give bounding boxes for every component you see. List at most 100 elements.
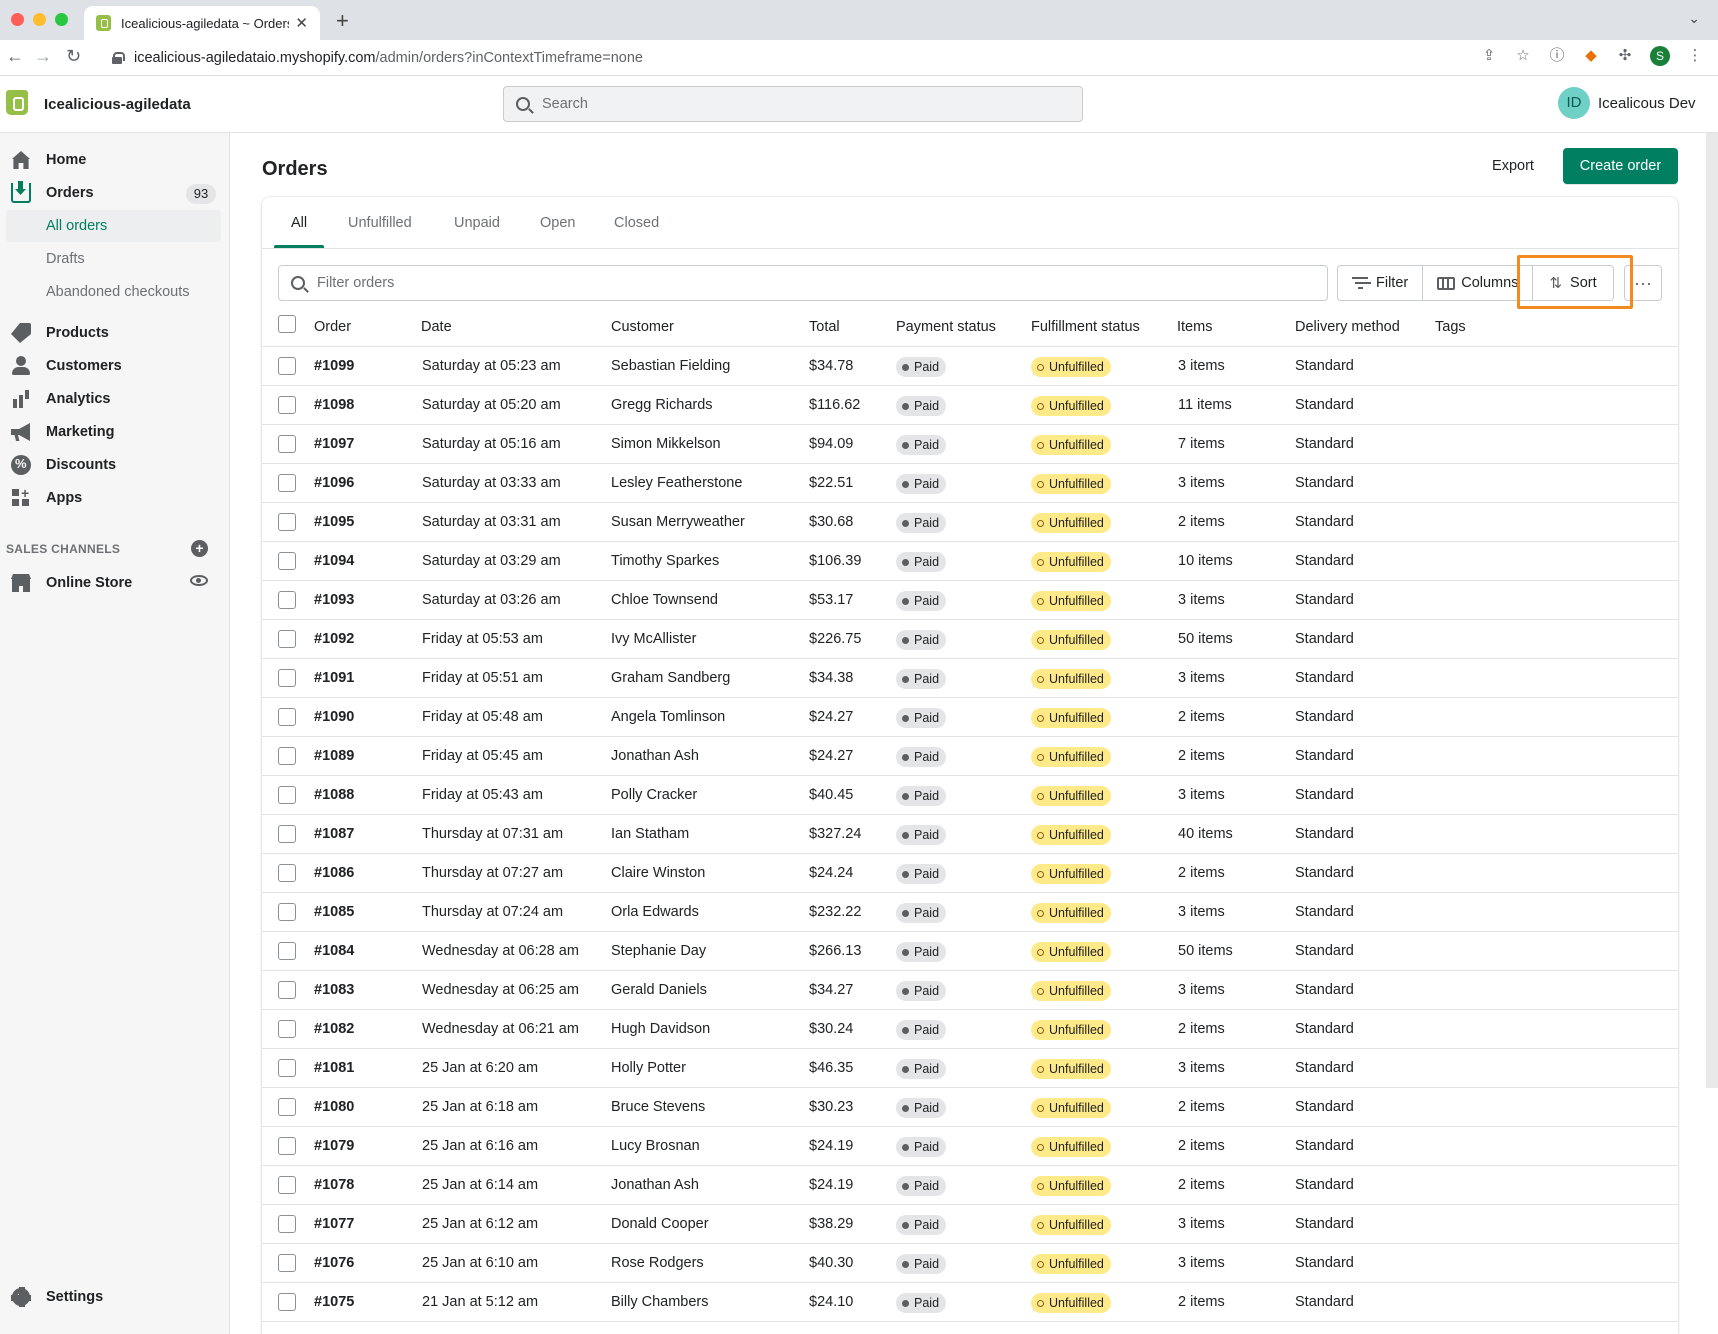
table-row[interactable]: #1083 Wednesday at 06:25 am Gerald Daniels… — [262, 971, 1678, 1010]
select-all-checkbox[interactable] — [278, 315, 296, 333]
sidebar-item-products[interactable]: Products — [0, 317, 230, 349]
window-minimize-button[interactable] — [33, 13, 46, 26]
row-checkbox[interactable] — [278, 1020, 296, 1038]
table-row[interactable]: #1086 Thursday at 07:27 am Claire Winston $… — [262, 854, 1678, 893]
sidebar-item-abandoned-checkouts[interactable]: Abandoned checkouts — [6, 276, 221, 308]
create-order-button[interactable]: Create order — [1563, 148, 1678, 184]
order-number[interactable]: #1076 — [314, 1255, 354, 1271]
shopify-logo-icon[interactable] — [6, 90, 28, 115]
browser-menu-icon[interactable]: ⋮ — [1686, 47, 1704, 65]
row-checkbox[interactable] — [278, 747, 296, 765]
row-checkbox[interactable] — [278, 474, 296, 492]
store-name[interactable]: Icealicious-agiledata — [44, 96, 191, 113]
window-zoom-button[interactable] — [55, 13, 68, 26]
tab-unfulfilled[interactable]: Unfulfilled — [348, 215, 412, 231]
order-number[interactable]: #1088 — [314, 787, 354, 803]
sidebar-item-customers[interactable]: Customers — [0, 350, 230, 382]
column-header-order[interactable]: Order — [314, 319, 351, 335]
tab-close-icon[interactable]: ✕ — [295, 14, 308, 32]
table-row[interactable]: #1099 Saturday at 05:23 am Sebastian Field… — [262, 347, 1678, 386]
url-field[interactable]: icealicious-agiledataio.myshopify.com/ad… — [96, 44, 1686, 72]
row-checkbox[interactable] — [278, 942, 296, 960]
user-name[interactable]: Icealicous Dev — [1598, 95, 1696, 112]
sidebar-item-apps[interactable]: Apps — [0, 482, 230, 514]
order-number[interactable]: #1081 — [314, 1060, 354, 1076]
global-search-input[interactable]: Search — [503, 86, 1083, 122]
column-header-delivery-method[interactable]: Delivery method — [1295, 319, 1400, 335]
column-header-total[interactable]: Total — [809, 319, 840, 335]
order-number[interactable]: #1075 — [314, 1294, 354, 1310]
order-number[interactable]: #1079 — [314, 1138, 354, 1154]
order-number[interactable]: #1099 — [314, 358, 354, 374]
tab-open[interactable]: Open — [540, 215, 575, 231]
sidebar-item-home[interactable]: Home — [0, 144, 230, 176]
order-number[interactable]: #1091 — [314, 670, 354, 686]
sidebar-item-discounts[interactable]: Discounts — [0, 449, 230, 481]
sidebar-item-analytics[interactable]: Analytics — [0, 383, 230, 415]
table-row[interactable]: #1095 Saturday at 03:31 am Susan Merryweat… — [262, 503, 1678, 542]
order-number[interactable]: #1098 — [314, 397, 354, 413]
table-row[interactable]: #1097 Saturday at 05:16 am Simon Mikkelson… — [262, 425, 1678, 464]
reload-icon[interactable]: ↻ — [66, 46, 81, 67]
row-checkbox[interactable] — [278, 903, 296, 921]
eye-icon[interactable] — [190, 575, 208, 586]
sidebar-item-all-orders[interactable]: All orders — [6, 210, 221, 242]
user-avatar[interactable]: ID — [1558, 87, 1590, 119]
row-checkbox[interactable] — [278, 1059, 296, 1077]
row-checkbox[interactable] — [278, 1215, 296, 1233]
export-button[interactable]: Export — [1470, 148, 1556, 184]
share-icon[interactable]: ⇪ — [1480, 47, 1498, 65]
forward-icon[interactable]: → — [34, 46, 52, 67]
table-row[interactable]: #1094 Saturday at 03:29 am Timothy Sparkes… — [262, 542, 1678, 581]
column-header-payment-status[interactable]: Payment status — [896, 319, 996, 335]
table-row[interactable]: #1085 Thursday at 07:24 am Orla Edwards $23… — [262, 893, 1678, 932]
window-close-button[interactable] — [11, 13, 24, 26]
order-number[interactable]: #1080 — [314, 1099, 354, 1115]
order-number[interactable]: #1096 — [314, 475, 354, 491]
row-checkbox[interactable] — [278, 1098, 296, 1116]
profile-avatar[interactable]: S — [1650, 46, 1670, 66]
sidebar-item-settings[interactable]: Settings — [0, 1281, 230, 1313]
table-row[interactable]: #1089 Friday at 05:45 am Jonathan Ash $24.2… — [262, 737, 1678, 776]
table-row[interactable]: #1077 25 Jan at 6:12 am Donald Cooper $38.2… — [262, 1205, 1678, 1244]
extensions-puzzle-icon[interactable]: ✣ — [1616, 47, 1634, 65]
table-row[interactable]: #1093 Saturday at 03:26 am Chloe Townsend $… — [262, 581, 1678, 620]
browser-tab[interactable]: Icealicious-agiledata ~ Orders ✕ — [84, 6, 320, 40]
order-number[interactable]: #1092 — [314, 631, 354, 647]
order-number[interactable]: #1090 — [314, 709, 354, 725]
page-scrollbar[interactable] — [1706, 133, 1718, 1088]
row-checkbox[interactable] — [278, 825, 296, 843]
filter-button[interactable]: Filter — [1337, 265, 1424, 301]
table-row[interactable]: #1079 25 Jan at 6:16 am Lucy Brosnan $24.19… — [262, 1127, 1678, 1166]
row-checkbox[interactable] — [278, 1176, 296, 1194]
order-number[interactable]: #1089 — [314, 748, 354, 764]
column-header-customer[interactable]: Customer — [611, 319, 674, 335]
add-sales-channel-icon[interactable]: + — [191, 540, 208, 557]
table-row[interactable]: #1080 25 Jan at 6:18 am Bruce Stevens $30.2… — [262, 1088, 1678, 1127]
table-row[interactable]: #1087 Thursday at 07:31 am Ian Statham $327… — [262, 815, 1678, 854]
sidebar-item-drafts[interactable]: Drafts — [6, 243, 221, 275]
extension-shield-icon[interactable]: ◆ — [1582, 47, 1600, 65]
column-header-date[interactable]: Date — [421, 319, 452, 335]
order-number[interactable]: #1093 — [314, 592, 354, 608]
new-tab-icon[interactable]: + — [336, 8, 349, 34]
tab-unpaid[interactable]: Unpaid — [454, 215, 500, 231]
row-checkbox[interactable] — [278, 396, 296, 414]
order-number[interactable]: #1082 — [314, 1021, 354, 1037]
row-checkbox[interactable] — [278, 1254, 296, 1272]
row-checkbox[interactable] — [278, 708, 296, 726]
order-number[interactable]: #1086 — [314, 865, 354, 881]
order-number[interactable]: #1097 — [314, 436, 354, 452]
order-number[interactable]: #1095 — [314, 514, 354, 530]
table-row[interactable]: #1096 Saturday at 03:33 am Lesley Feathers… — [262, 464, 1678, 503]
order-number[interactable]: #1077 — [314, 1216, 354, 1232]
order-number[interactable]: #1083 — [314, 982, 354, 998]
sidebar-item-orders[interactable]: Orders 93 — [0, 177, 230, 209]
row-checkbox[interactable] — [278, 786, 296, 804]
row-checkbox[interactable] — [278, 864, 296, 882]
bookmark-star-icon[interactable]: ☆ — [1514, 47, 1532, 65]
table-row[interactable]: #1090 Friday at 05:48 am Angela Tomlinson $… — [262, 698, 1678, 737]
row-checkbox[interactable] — [278, 435, 296, 453]
sidebar-item-marketing[interactable]: Marketing — [0, 416, 230, 448]
column-header-tags[interactable]: Tags — [1435, 319, 1466, 335]
